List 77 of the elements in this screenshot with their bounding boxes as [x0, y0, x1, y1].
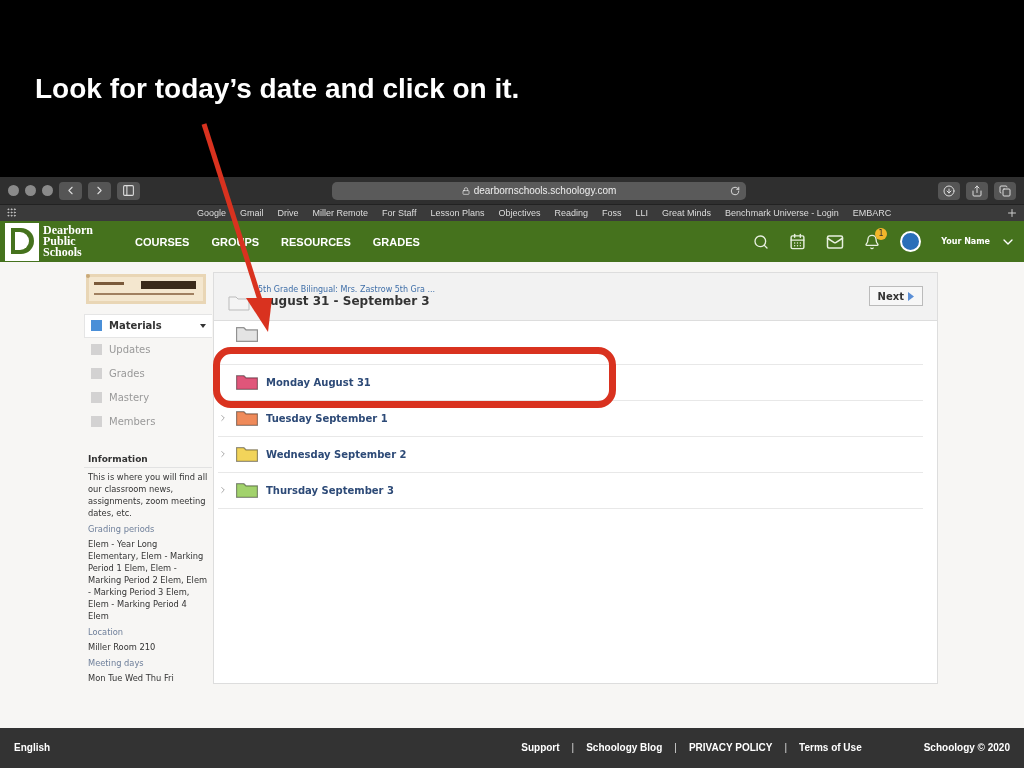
folder-link[interactable]: Monday August 31 [266, 377, 371, 388]
user-name[interactable]: Your Name [941, 237, 990, 246]
bookmark-link[interactable]: Benchmark Universe - Login [725, 207, 839, 218]
section-icon [90, 391, 103, 405]
bookmark-link[interactable]: EMBARC [852, 207, 892, 218]
share-icon [971, 184, 983, 197]
sidebar-button[interactable] [117, 181, 140, 200]
slide-caption: Look for today’s date and click on it. [35, 72, 520, 105]
caret-icon [200, 324, 206, 328]
section-icon [90, 319, 103, 333]
bookmark-link[interactable]: LLI [635, 207, 649, 218]
new-tab-icon[interactable] [1006, 206, 1018, 219]
mail-icon[interactable] [826, 232, 845, 251]
sidebar-item[interactable]: Materials [84, 314, 212, 338]
nav-link[interactable]: COURSES [135, 235, 190, 248]
window-dot[interactable] [8, 185, 19, 196]
info-text: This is where you will find all our classroom news, assignments, zoom meeting dates, etc. [87, 471, 209, 519]
window-dot[interactable] [42, 185, 53, 196]
footer-link[interactable]: PRIVACY POLICY [688, 742, 773, 754]
bell-icon[interactable] [864, 233, 881, 250]
copyright: Schoology © 2020 [923, 742, 1010, 754]
bookmark-link[interactable]: Miller Remote [312, 207, 369, 218]
folder-link[interactable]: Tuesday September 1 [266, 413, 388, 424]
page-title: ugust 31 - September 3 [270, 294, 431, 308]
back-button[interactable] [59, 181, 82, 200]
info-label: Grading periods [87, 523, 156, 535]
bookmark-link[interactable]: Gmail [240, 207, 264, 218]
info-label: Meeting days [87, 657, 145, 669]
play-icon [908, 292, 914, 301]
search-icon[interactable] [753, 233, 770, 250]
tabs-button[interactable] [994, 181, 1016, 200]
language-link[interactable]: English [14, 742, 51, 754]
separator: | [784, 742, 788, 754]
folder-link[interactable]: Wednesday September 2 [266, 449, 407, 460]
footer-link[interactable]: Terms of Use [799, 742, 862, 754]
folder-icon [228, 295, 250, 312]
download-icon [943, 184, 955, 197]
brand-name[interactable]: Dearborn Public Schools [43, 225, 93, 258]
next-button[interactable]: Next [868, 286, 923, 307]
bookmark-link[interactable]: For Staff [382, 207, 417, 218]
lock-icon [461, 186, 470, 195]
folder-link[interactable]: Thursday September 3 [266, 485, 394, 496]
share-button[interactable] [966, 181, 988, 200]
info-heading: Information [84, 454, 212, 468]
footer-link[interactable]: Support [521, 742, 560, 754]
bookmark-link[interactable]: Great Minds [662, 207, 712, 218]
breadcrumb-link[interactable]: 5th Grade Bilingual: Mrs. Zastrow 5th Gra ... [258, 285, 436, 294]
calendar-icon[interactable] [789, 233, 807, 250]
bookmark-link[interactable]: Objectives [498, 207, 541, 218]
section-icon [90, 367, 103, 381]
tabs-icon [999, 184, 1011, 197]
separator: | [571, 742, 575, 754]
info-value: Elem - Year Long Elementary, Elem - Marking Period 1 Elem, Elem -Marking Period 2 Elem, Elem - Marking Period 3 Elem, Elem - Marking Period 4 Elem [87, 538, 209, 622]
bookmark-link[interactable]: Google [197, 207, 227, 218]
info-value: Mon Tue Wed Thu Fri [87, 672, 175, 684]
avatar[interactable] [900, 231, 922, 252]
section-icon [90, 415, 103, 429]
bookmark-link[interactable]: Foss [602, 207, 622, 218]
reload-icon[interactable] [730, 185, 740, 196]
footer-link[interactable]: Schoology Blog [586, 742, 663, 754]
address-bar[interactable]: dearbornschools.schoology.com [332, 181, 746, 200]
bookmark-link[interactable]: Lesson Plans [430, 207, 485, 218]
info-label: Location [87, 626, 125, 638]
apps-icon[interactable] [6, 207, 17, 219]
window-dot[interactable] [25, 185, 36, 196]
bookmark-link[interactable]: Drive [277, 207, 299, 218]
nav-link[interactable]: GRADES [372, 235, 420, 248]
notification-badge: 1 [875, 227, 888, 240]
info-value: Miller Room 210 [87, 641, 157, 653]
sidebar-icon [122, 184, 135, 197]
section-icon [90, 343, 103, 357]
logo-icon[interactable] [5, 222, 39, 261]
separator: | [674, 742, 677, 754]
nav-link[interactable]: RESOURCES [281, 235, 351, 248]
bookmark-link[interactable]: Reading [554, 207, 589, 218]
forward-button[interactable] [88, 181, 111, 200]
download-button[interactable] [938, 181, 960, 200]
